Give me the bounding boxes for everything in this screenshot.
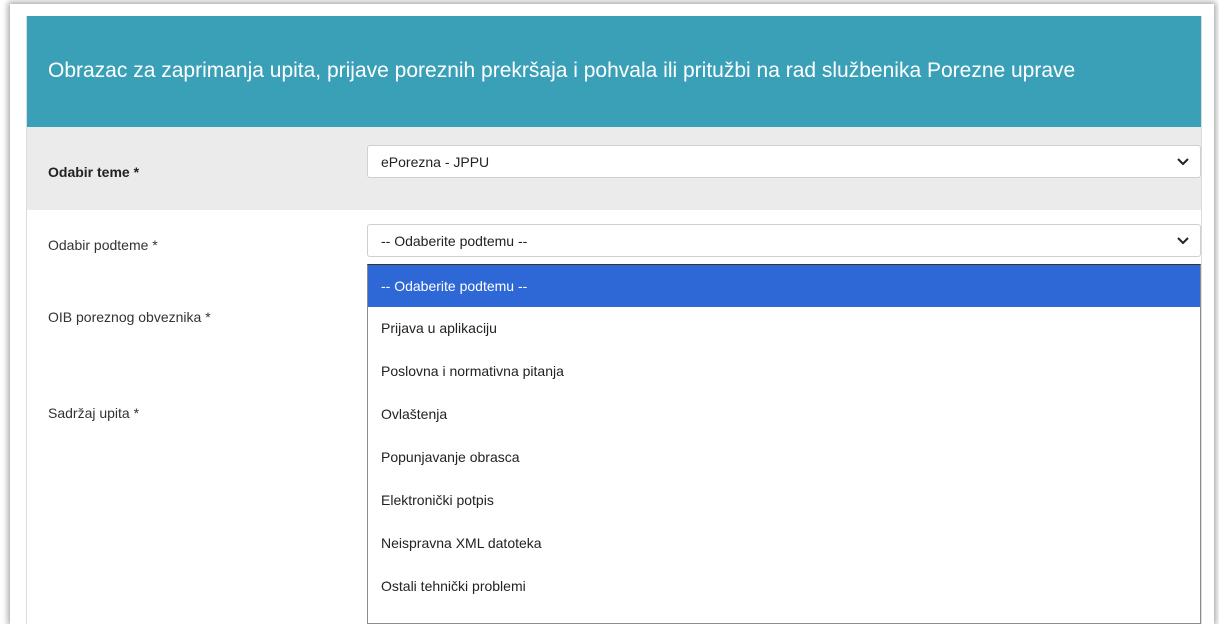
topic-select-value: ePorezna - JPPU (381, 154, 490, 170)
dropdown-option[interactable]: -- Odaberite podtemu -- (368, 265, 1200, 307)
chevron-down-icon (1177, 237, 1189, 245)
dropdown-option[interactable]: Ovlaštenja (368, 393, 1200, 436)
subtopic-select[interactable]: -- Odaberite podtemu -- (367, 224, 1201, 257)
topic-label: Odabir teme * (48, 164, 140, 180)
chevron-down-icon (1177, 158, 1189, 166)
form-header: Obrazac za zaprimanja upita, prijave por… (27, 16, 1201, 127)
topic-row: Odabir teme * ePorezna - JPPU (27, 127, 1201, 210)
form-title: Obrazac za zaprimanja upita, prijave por… (48, 59, 1076, 82)
form-window: Obrazac za zaprimanja upita, prijave por… (10, 4, 1214, 624)
dropdown-option[interactable]: Neispravna XML datoteka (368, 522, 1200, 565)
subtopic-dropdown-list: -- Odaberite podtemu -- Prijava u aplika… (367, 264, 1201, 624)
content-label: Sadržaj upita * (48, 405, 140, 421)
dropdown-option[interactable]: Elektronički potpis (368, 479, 1200, 522)
dropdown-option[interactable]: Popunjavanje obrasca (368, 436, 1200, 479)
dropdown-option[interactable]: Poslovna i normativna pitanja (368, 350, 1200, 393)
topic-select[interactable]: ePorezna - JPPU (367, 145, 1201, 178)
form-panel: Obrazac za zaprimanja upita, prijave por… (26, 16, 1202, 624)
subtopic-select-value: -- Odaberite podtemu -- (381, 233, 528, 249)
oib-label: OIB poreznog obveznika * (48, 309, 211, 325)
dropdown-option[interactable]: Ostali tehnički problemi (368, 565, 1200, 608)
subtopic-label: Odabir podteme * (48, 237, 158, 253)
dropdown-option[interactable]: Prijava u aplikaciju (368, 307, 1200, 350)
